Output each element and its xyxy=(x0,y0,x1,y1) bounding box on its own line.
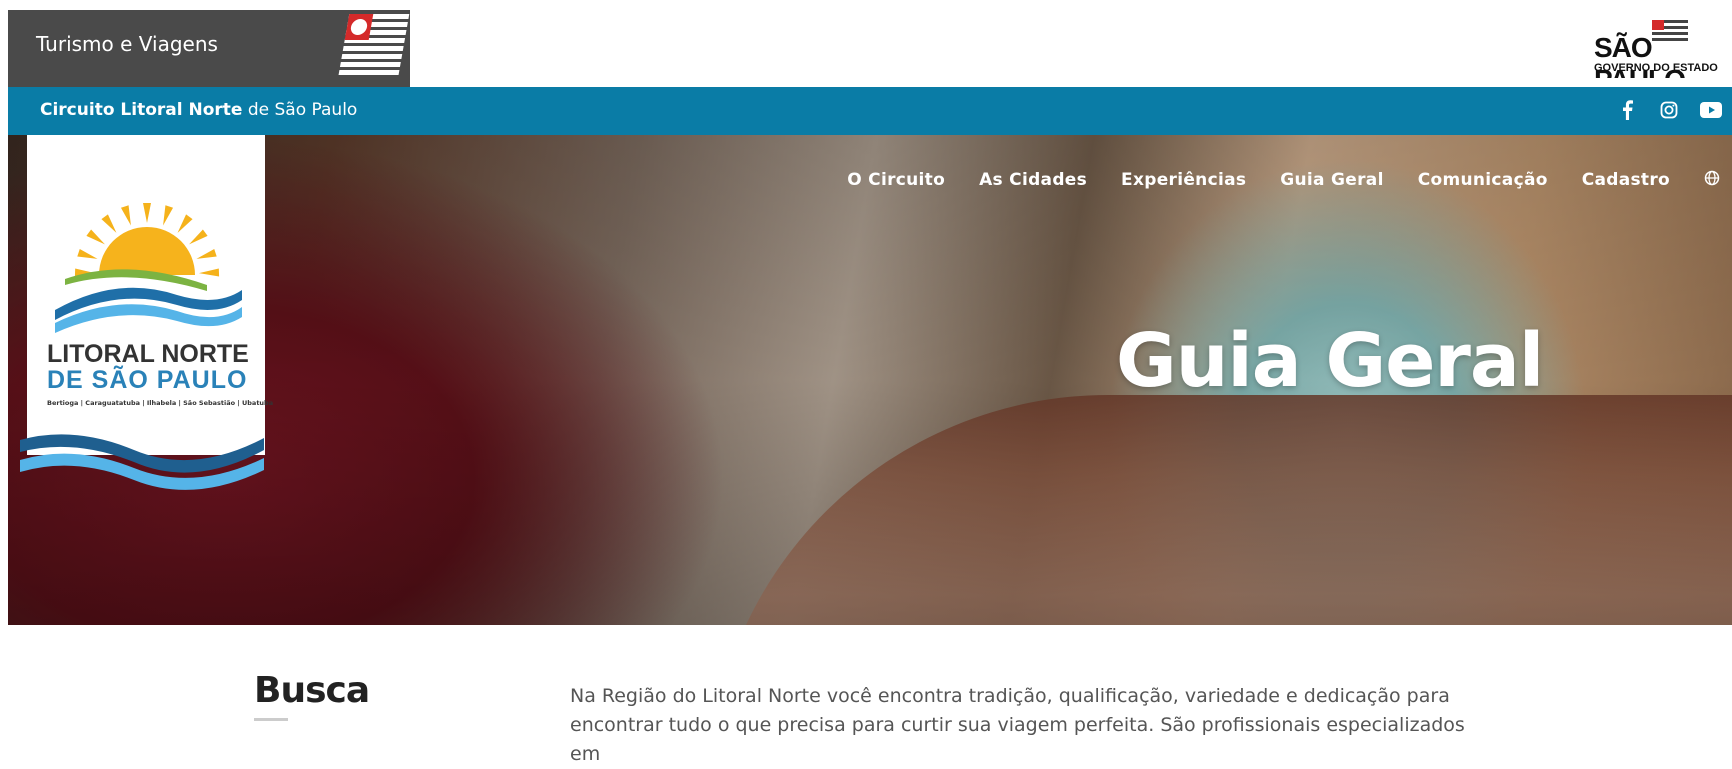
gov-tourism-title: Turismo e Viagens xyxy=(36,32,218,56)
nav-cadastro[interactable]: Cadastro xyxy=(1582,170,1670,190)
intro-paragraph: Na Região do Litoral Norte você encontra… xyxy=(570,685,1465,765)
globe-icon[interactable] xyxy=(1704,170,1720,190)
sun-waves-logo-icon xyxy=(55,203,242,333)
instagram-icon[interactable] xyxy=(1658,99,1680,121)
sao-paulo-flag-icon xyxy=(332,10,410,87)
social-links xyxy=(1616,99,1722,121)
litoral-norte-logo[interactable]: LITORAL NORTE DE SÃO PAULO Bertioga | Ca… xyxy=(27,135,273,455)
logo-cities: Bertioga | Caraguatatuba | Ilhabela | Sã… xyxy=(47,399,274,407)
nav-as-cidades[interactable]: As Cidades xyxy=(979,170,1087,190)
hero-title: Guia Geral xyxy=(1116,318,1544,404)
youtube-icon[interactable] xyxy=(1700,99,1722,121)
section-heading: Busca xyxy=(254,670,370,711)
circuit-name[interactable]: Circuito Litoral Norte de São Paulo xyxy=(40,100,357,120)
logo-title-line2: DE SÃO PAULO xyxy=(47,366,248,394)
sao-paulo-government-logo[interactable]: SÃO PAULO GOVERNO DO ESTADO xyxy=(1592,18,1732,78)
main-nav: O Circuito As Cidades Experiências Guia … xyxy=(847,170,1720,190)
gov-tourism-banner[interactable]: Turismo e Viagens xyxy=(8,10,410,87)
circuit-bar: Circuito Litoral Norte de São Paulo xyxy=(8,87,1732,135)
nav-experiencias[interactable]: Experiências xyxy=(1121,170,1246,190)
circuit-name-bold: Circuito Litoral Norte xyxy=(40,100,243,120)
nav-guia-geral[interactable]: Guia Geral xyxy=(1280,170,1383,190)
facebook-icon[interactable] xyxy=(1616,99,1638,121)
logo-title-line1: LITORAL NORTE xyxy=(47,340,249,368)
gov-top-bar: Turismo e Viagens SÃO GOVERNO DO ESTADO xyxy=(0,0,1732,87)
nav-o-circuito[interactable]: O Circuito xyxy=(847,170,945,190)
logo-bottom-waves-icon xyxy=(20,434,264,490)
circuit-name-rest: de São Paulo xyxy=(242,100,358,120)
sp-logo-subtitle: GOVERNO DO ESTADO xyxy=(1594,62,1718,74)
section-heading-underline xyxy=(254,718,288,721)
nav-comunicacao[interactable]: Comunicação xyxy=(1418,170,1548,190)
